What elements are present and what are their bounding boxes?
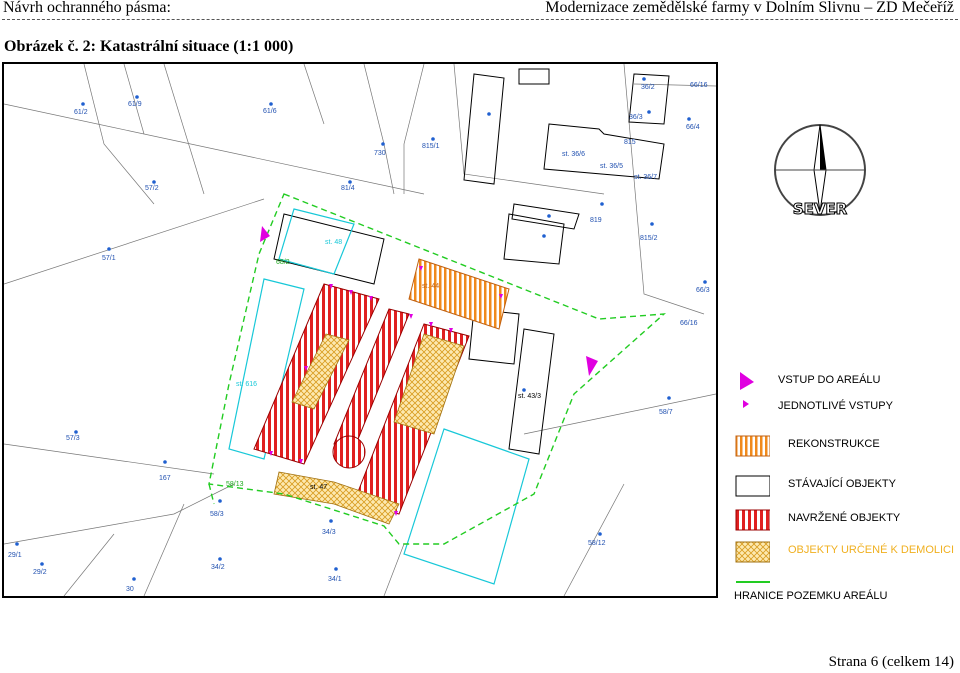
svg-text:57/3: 57/3 — [66, 435, 80, 442]
svg-text:st. 36/7: st. 36/7 — [634, 174, 657, 181]
svg-text:57/1: 57/1 — [102, 255, 116, 262]
svg-text:68/2: 68/2 — [276, 259, 290, 266]
svg-text:61/9: 61/9 — [128, 101, 142, 108]
map-drawing: 61/2 61/9 61/6 730 815/1 57/2 81/4 57/1 … — [4, 64, 716, 596]
svg-text:36/2: 36/2 — [641, 84, 655, 91]
legend-label-existing: STÁVAJÍCÍ OBJEKTY — [788, 478, 896, 490]
svg-text:st. 616: st. 616 — [236, 381, 257, 388]
figure-caption: Obrázek č. 2: Katastrální situace (1:1 0… — [4, 38, 294, 55]
svg-text:61/2: 61/2 — [74, 109, 88, 116]
page-number: Strana 6 (celkem 14) — [828, 654, 954, 670]
svg-text:819: 819 — [590, 217, 602, 224]
svg-text:66/16: 66/16 — [690, 82, 708, 89]
legend-label-demolition: OBJEKTY URČENÉ K DEMOLICI — [788, 544, 955, 556]
svg-text:61/6: 61/6 — [263, 108, 277, 115]
svg-text:34/1: 34/1 — [328, 576, 342, 583]
legend-label-proposed: NAVRŽENÉ OBJEKTY — [788, 512, 901, 524]
svg-text:167: 167 — [159, 475, 171, 482]
svg-text:57/2: 57/2 — [145, 185, 159, 192]
header-title: Návrh ochranného pásma: — [3, 0, 171, 16]
legend-symbol-main-entrance — [740, 372, 754, 390]
header-divider — [2, 19, 958, 20]
legend-symbol-existing — [735, 475, 770, 497]
legend-label-reconstruction: REKONSTRUKCE — [788, 438, 880, 450]
svg-text:58/7: 58/7 — [659, 409, 673, 416]
compass-label: SEVER — [793, 200, 848, 218]
svg-text:st. 36/6: st. 36/6 — [562, 151, 585, 158]
svg-text:58/3: 58/3 — [210, 511, 224, 518]
svg-text:34/2: 34/2 — [211, 564, 225, 571]
north-compass-icon: SEVER — [774, 124, 866, 219]
svg-text:815: 815 — [624, 139, 636, 146]
svg-text:30: 30 — [126, 586, 134, 593]
svg-text:29/1: 29/1 — [8, 552, 22, 559]
svg-text:58/12: 58/12 — [588, 540, 606, 547]
svg-text:29/2: 29/2 — [33, 569, 47, 576]
legend-label-boundary: HRANICE POZEMKU AREÁLU — [734, 590, 888, 602]
svg-text:st. 36/5: st. 36/5 — [600, 163, 623, 170]
svg-text:st. 47: st. 47 — [310, 484, 327, 491]
map-legend: VSTUP DO AREÁLU JEDNOTLIVÉ VSTUPY REKONS… — [730, 370, 960, 610]
cadastral-map: 61/2 61/9 61/6 730 815/1 57/2 81/4 57/1 … — [2, 62, 718, 598]
svg-text:81/4: 81/4 — [341, 185, 355, 192]
legend-symbols — [735, 372, 770, 583]
svg-text:815/1: 815/1 — [422, 143, 440, 150]
legend-symbol-demolition — [735, 541, 770, 563]
svg-text:58/13: 58/13 — [226, 481, 244, 488]
legend-symbol-entrance — [743, 400, 749, 408]
legend-symbol-proposed — [735, 509, 770, 531]
svg-text:st. 43/3: st. 43/3 — [518, 393, 541, 400]
legend-symbol-reconstruction — [735, 435, 770, 457]
legend-label-entrances: JEDNOTLIVÉ VSTUPY — [778, 400, 893, 412]
header-project: Modernizace zemědělské farmy v Dolním Sl… — [545, 0, 954, 16]
svg-text:730: 730 — [374, 150, 386, 157]
svg-text:st. 48: st. 48 — [325, 239, 342, 246]
svg-text:815/2: 815/2 — [640, 235, 658, 242]
svg-text:36/3: 36/3 — [629, 114, 643, 121]
svg-text:66/16: 66/16 — [680, 320, 698, 327]
svg-text:66/4: 66/4 — [686, 124, 700, 131]
svg-text:34/3: 34/3 — [322, 529, 336, 536]
legend-label-main-entrance: VSTUP DO AREÁLU — [778, 374, 881, 386]
svg-text:66/3: 66/3 — [696, 287, 710, 294]
svg-text:st. 44: st. 44 — [422, 283, 439, 290]
